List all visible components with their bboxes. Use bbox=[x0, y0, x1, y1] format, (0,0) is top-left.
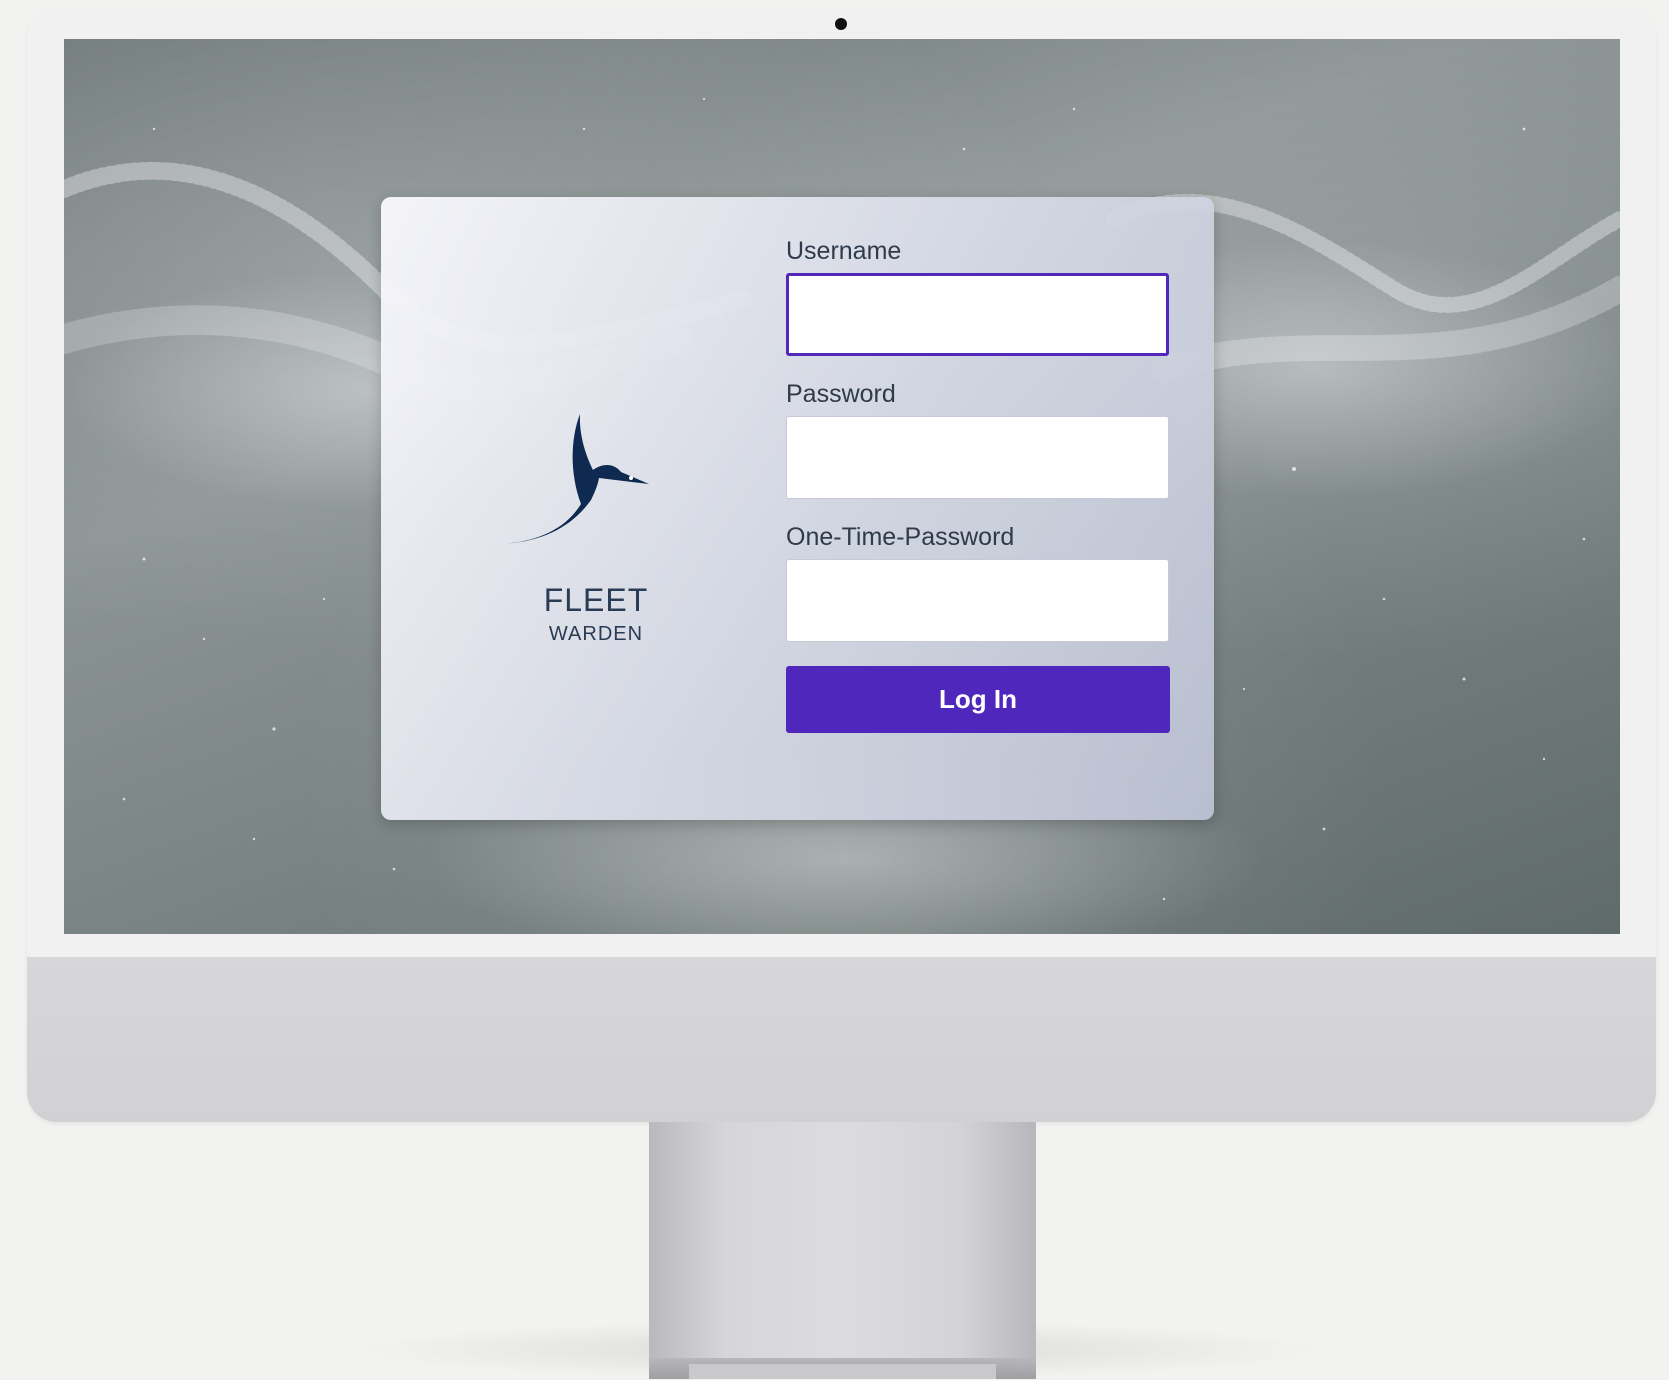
username-label: Username bbox=[786, 237, 902, 265]
monitor-stand-base bbox=[649, 1358, 1036, 1379]
otp-label: One-Time-Password bbox=[786, 523, 1015, 551]
password-input[interactable] bbox=[786, 416, 1169, 499]
brand-logo: FLEET WARDEN bbox=[501, 392, 686, 652]
monitor-stand bbox=[649, 1122, 1036, 1362]
monitor-stand-base-inner bbox=[689, 1364, 996, 1379]
username-input[interactable] bbox=[786, 273, 1169, 356]
otp-input[interactable] bbox=[786, 559, 1169, 642]
brand-subtitle: WARDEN bbox=[548, 623, 644, 645]
bird-logo-icon bbox=[501, 414, 649, 544]
login-card: FLEET WARDEN Username Password One-Time-… bbox=[381, 197, 1214, 820]
brand-name: FLEET bbox=[543, 582, 649, 618]
camera-icon bbox=[835, 18, 847, 30]
monitor-chin bbox=[27, 957, 1656, 1122]
login-form: Username Password One-Time-Password Log … bbox=[786, 237, 1171, 733]
screen: FLEET WARDEN Username Password One-Time-… bbox=[64, 39, 1620, 934]
password-label: Password bbox=[786, 380, 896, 408]
monitor-frame: FLEET WARDEN Username Password One-Time-… bbox=[27, 7, 1656, 1122]
log-in-button[interactable]: Log In bbox=[786, 666, 1170, 733]
